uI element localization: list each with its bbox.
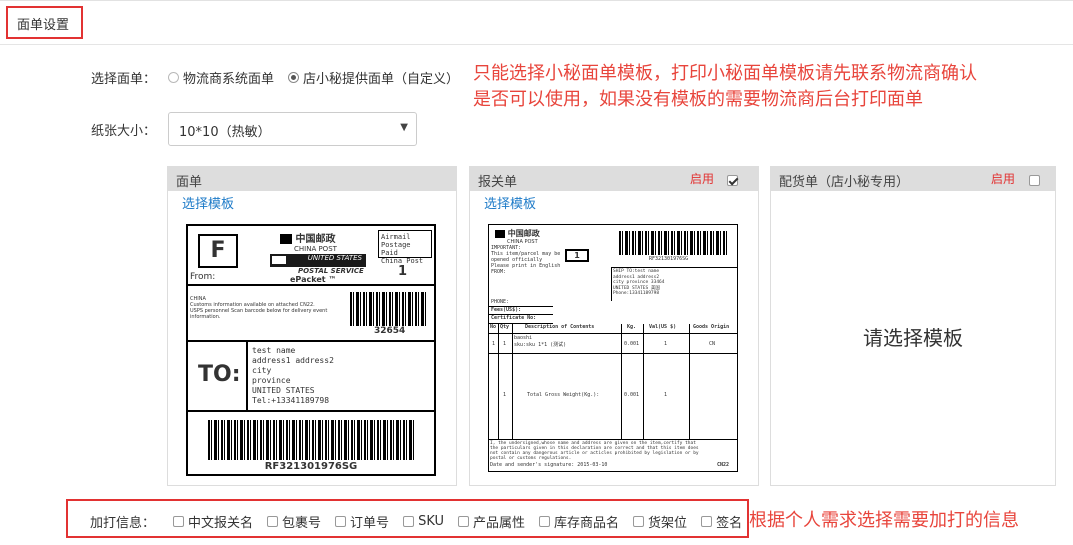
extra-chinese-customs-name-checkbox[interactable]: [173, 516, 185, 527]
extra-stock-product-name-checkbox[interactable]: [539, 516, 551, 527]
extra-product-attributes-checkbox[interactable]: [458, 516, 470, 527]
waybill-zip: 32654: [374, 326, 406, 336]
waybill-customs-row: CHINA Customs information available on a…: [188, 286, 434, 342]
extra-package-number[interactable]: 包裹号: [267, 512, 321, 531]
customs-ship-to: SHIP TO:test name address1 address2 city…: [611, 267, 737, 301]
customs-certificate: Certificate No:: [489, 315, 553, 324]
paper-size-value: 10*10（热敏）: [179, 125, 271, 140]
top-rule: [0, 0, 1073, 1]
zip-barcode: [350, 292, 428, 326]
address-divider: [246, 342, 248, 410]
extras-label: 加打信息：: [90, 516, 156, 531]
waybill-template-panel: 面单 选择模板 F From: 中国邮政 CHINA POST UNITED S…: [167, 166, 457, 486]
col-kg: Kg.: [627, 324, 637, 330]
extra-signature-checkbox[interactable]: [701, 516, 713, 527]
radio-carrier-waybill-label[interactable]: 物流商系统面单: [183, 68, 274, 87]
usps-banner: UNITED STATES: [270, 254, 366, 267]
paper-size-select[interactable]: 10*10（热敏） ▼: [168, 112, 417, 146]
extra-product-attributes[interactable]: 产品属性: [458, 512, 525, 531]
customs-china-post-logo: 中国邮政 CHINA POST: [495, 228, 540, 245]
customs-form-code: CN22: [716, 462, 729, 468]
template-tip-line1: 只能选择小秘面单模板，打印小秘面单模板请先联系物流商确认: [473, 63, 977, 84]
waybill-tracking-number: RF321301976SG: [264, 461, 358, 472]
extra-shelf-location[interactable]: 货架位: [633, 512, 687, 531]
extra-shelf-location-checkbox[interactable]: [633, 516, 645, 527]
customs-item-row: 1 1 baoshi sku:sku 1*1 (测试) 0.001 1 CN: [489, 334, 737, 354]
extra-package-number-checkbox[interactable]: [267, 516, 279, 527]
paper-size-label: 纸张大小：: [91, 124, 157, 139]
waybill-label-preview: F From: 中国邮政 CHINA POST UNITED STATES PO…: [186, 224, 436, 476]
customs-tracking-number: RF321301976SG: [649, 256, 689, 262]
picking-placeholder[interactable]: 请选择模板: [771, 322, 1055, 351]
col-no: No: [490, 324, 497, 330]
waybill-address: test name address1 address2 city provinc…: [252, 346, 334, 405]
waybill-customs-note: CHINA Customs information available on a…: [190, 296, 328, 320]
col-value: Val(US $): [649, 324, 677, 330]
page-title: 面单设置: [17, 18, 70, 33]
waybill-panel-header: 面单: [168, 167, 456, 191]
waybill-type-radio-group: 物流商系统面单 店小秘提供面单（自定义）: [168, 68, 473, 87]
customs-important-note: IMPORTANT: This item/parcel may be opene…: [491, 245, 561, 275]
china-post-logo-icon: [280, 234, 292, 244]
waybill-to-label: TO:: [198, 362, 241, 387]
extra-sku-checkbox[interactable]: [403, 516, 415, 527]
waybill-mark: F: [198, 234, 238, 268]
col-qty: Qty: [500, 324, 510, 330]
extra-order-number[interactable]: 订单号: [335, 512, 389, 531]
customs-form-preview: 中国邮政 CHINA POST IMPORTANT: This item/par…: [488, 224, 738, 472]
china-post-logo: 中国邮政 CHINA POST: [280, 230, 360, 253]
usps-line2: POSTAL SERVICE: [298, 267, 364, 275]
customs-phone: PHONE:: [491, 299, 510, 305]
customs-panel-title: 报关单: [478, 175, 518, 190]
caret-down-icon: ▼: [400, 122, 408, 133]
waybill-from-label: From:: [190, 272, 216, 282]
radio-dianxiaomi-waybill-label[interactable]: 店小秘提供面单（自定义）: [303, 68, 459, 87]
waybill-header-row: F From: 中国邮政 CHINA POST UNITED STATES PO…: [188, 226, 434, 286]
customs-enable-checkbox[interactable]: [727, 175, 738, 186]
radio-dianxiaomi-waybill[interactable]: [288, 72, 300, 83]
tracking-barcode: [208, 420, 416, 460]
title-divider: [0, 44, 1073, 45]
customs-enable-label: 启用: [690, 172, 715, 186]
customs-form-panel: 报关单 启用 选择模板 中国邮政 CHINA POST IMPORTANT: T…: [469, 166, 759, 486]
usps-eagle-icon: [272, 256, 286, 264]
extra-signature[interactable]: 签名: [701, 512, 742, 531]
waybill-count: 1: [398, 264, 408, 279]
customs-total-row: 1 Total Gross Weight(Kg.): 0.001 1: [489, 354, 737, 440]
customs-declaration: I, the undersigned,whose name and addres…: [490, 441, 699, 461]
waybill-panel-title: 面单: [176, 175, 203, 190]
customs-table-header: No Qty Description of Contents Kg. Val(U…: [489, 324, 737, 334]
extra-chinese-customs-name[interactable]: 中文报关名: [173, 512, 253, 531]
picking-enable-label: 启用: [991, 172, 1016, 186]
waybill-select-template-link[interactable]: 选择模板: [182, 193, 234, 212]
customs-china-post-logo-icon: [495, 229, 505, 238]
col-description: Description of Contents: [525, 324, 595, 330]
customs-fees: Fees(US$):: [489, 306, 553, 315]
col-origin: Goods Origin: [693, 324, 730, 330]
radio-carrier-waybill[interactable]: [168, 72, 179, 83]
extras-options: 加打信息： 中文报关名 包裹号 订单号 SKU 产品属性 库存商品名 货架位 签…: [90, 512, 742, 531]
template-tip-line2: 是否可以使用，如果没有模板的需要物流商后台打印面单: [473, 89, 923, 110]
extra-sku[interactable]: SKU: [403, 514, 444, 529]
waybill-address-row: TO: test name address1 address2 city pro…: [188, 342, 434, 412]
epacket-label: ePacket ™: [290, 275, 337, 284]
picking-enable-checkbox[interactable]: [1029, 175, 1040, 186]
waybill-type-label: 选择面单：: [91, 72, 157, 87]
picking-panel-title: 配货单（店小秘专用）: [779, 175, 910, 190]
extra-order-number-checkbox[interactable]: [335, 516, 347, 527]
customs-count: 1: [565, 249, 589, 262]
customs-select-template-link[interactable]: 选择模板: [484, 193, 536, 212]
customs-date-signature: Date and sender's signature: 2015-03-10: [490, 462, 608, 468]
extra-stock-product-name[interactable]: 库存商品名: [539, 512, 619, 531]
customs-barcode: [619, 231, 729, 255]
customs-panel-header: 报关单 启用: [470, 167, 758, 191]
picking-list-panel: 配货单（店小秘专用） 启用 请选择模板: [770, 166, 1056, 486]
extras-tip: 根据个人需求选择需要加打的信息: [749, 510, 1019, 531]
airmail-box: Airmail Postage Paid China Post: [378, 230, 432, 265]
picking-panel-header: 配货单（店小秘专用） 启用: [771, 167, 1055, 191]
